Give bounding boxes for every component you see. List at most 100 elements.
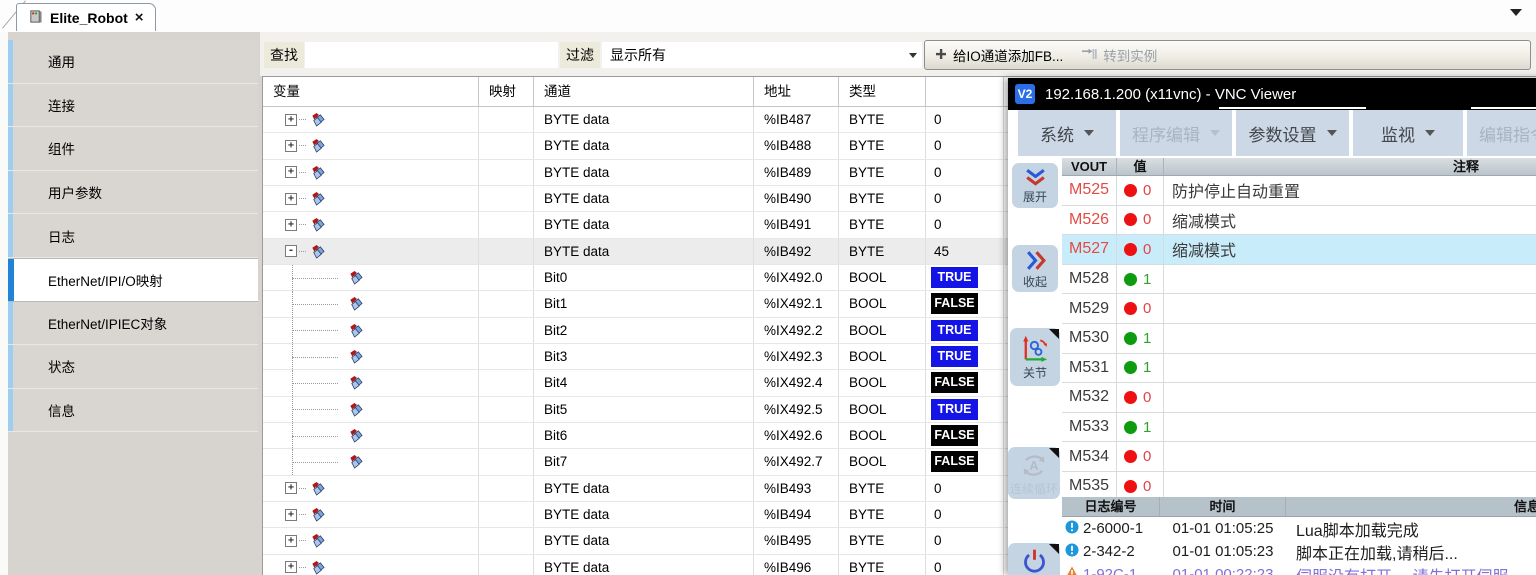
vout-row-M533[interactable]: M5331 (1062, 413, 1536, 443)
vout-row-M527[interactable]: M5270缩减模式 (1062, 235, 1536, 265)
svg-text:A: A (1029, 459, 1038, 473)
tree-expand-toggle[interactable]: + (285, 219, 297, 231)
sidebar-item-ethernetip-iec-objects[interactable]: EtherNet/IPIEC对象 (8, 302, 258, 346)
filter-select[interactable]: 显示所有 (602, 42, 922, 68)
io-cell-address: %IX492.2 (754, 318, 839, 343)
io-cell-address: %IX492.3 (754, 344, 839, 369)
io-cell-type: BYTE (839, 133, 926, 158)
vout-comment-cell: 缩减模式 (1164, 235, 1536, 264)
tree-expand-toggle[interactable]: + (285, 509, 297, 521)
io-cell-channel: BYTE data (534, 239, 754, 264)
io-cell-mapping (479, 318, 534, 343)
tree-expand-toggle[interactable]: + (285, 482, 297, 494)
sidebar-item-components[interactable]: 组件 (8, 127, 258, 171)
vnc-menu-参数设置[interactable]: 参数设置 (1236, 110, 1349, 156)
sidebar-item-status[interactable]: 状态 (8, 345, 258, 389)
vnc-title-bar[interactable]: V2 192.168.1.200 (x11vnc) - VNC Viewer (1008, 78, 1536, 110)
tree-expand-toggle[interactable]: + (285, 166, 297, 178)
vnc-side-button-collapse[interactable]: 收起 (1012, 245, 1058, 292)
vout-row-M525[interactable]: M5250防护停止自动重置 (1062, 176, 1536, 206)
io-cell-current-value: 0 (926, 107, 1004, 132)
vout-row-M535[interactable]: M5350 (1062, 472, 1536, 497)
log-row[interactable]: 2-342-201-01 01:05:23脚本正在加载,请稍后... (1062, 540, 1536, 563)
io-cell-current-value: 45 (926, 239, 1004, 264)
vout-value-cell: 0 (1117, 294, 1164, 323)
vout-id-cell: M534 (1062, 442, 1117, 471)
vout-id: M525 (1062, 181, 1109, 199)
col-header-value[interactable] (926, 77, 1004, 106)
power-icon (1021, 548, 1048, 575)
vout-row-M526[interactable]: M5260缩减模式 (1062, 206, 1536, 236)
input-channel-icon (348, 323, 363, 338)
col-header-mapping[interactable]: 映射 (479, 77, 534, 106)
vnc-menu-监视[interactable]: 监视 (1353, 110, 1463, 156)
io-cell-current-value: TRUE (926, 318, 1004, 343)
vnc-side-button-expand[interactable]: 展开 (1012, 163, 1058, 208)
io-cell-channel: BYTE data (534, 160, 754, 185)
byte-value: 0 (926, 507, 942, 522)
col-header-variable[interactable]: 变量 (263, 77, 479, 106)
col-header-address[interactable]: 地址 (754, 77, 839, 106)
tree-expand-toggle[interactable]: + (285, 140, 297, 152)
log-row[interactable]: 2-6000-101-01 01:05:25Lua脚本加载完成 (1062, 517, 1536, 540)
vout-value: 1 (1143, 330, 1151, 347)
sidebar-item-ethernetip-io-mapping[interactable]: EtherNet/IPI/O映射 (8, 258, 258, 302)
input-channel-icon (310, 217, 325, 232)
tree-expand-toggle[interactable]: + (285, 114, 297, 126)
sidebar-item-connection[interactable]: 连接 (8, 84, 258, 128)
bool-value-badge: FALSE (931, 451, 978, 472)
tab-overflow-chevron-down-icon[interactable] (1510, 9, 1522, 16)
tab-close-icon[interactable]: × (135, 9, 144, 26)
input-channel-icon (348, 296, 363, 311)
sidebar-item-label: EtherNet/IPIEC对象 (48, 313, 167, 333)
col-header-channel[interactable]: 通道 (534, 77, 754, 106)
sidebar-item-log[interactable]: 日志 (8, 214, 258, 258)
log-row[interactable]: 1-92C-101-01 00:22:23伺服没有打开， 请先打开伺服 (1062, 563, 1536, 575)
vout-row-M531[interactable]: M5311 (1062, 354, 1536, 384)
vnc-side-button-label: 收起 (1023, 276, 1047, 289)
find-input[interactable] (305, 42, 558, 68)
io-cell-current-value: 0 (926, 160, 1004, 185)
col-header-type[interactable]: 类型 (839, 77, 926, 106)
vout-row-M534[interactable]: M534 0 (1062, 442, 1536, 472)
vout-row-M532[interactable]: M5320 (1062, 383, 1536, 413)
io-cell-address: %IB494 (754, 502, 839, 527)
sidebar-item-information[interactable]: 信息 (8, 389, 258, 433)
io-cell-current-value: TRUE (926, 265, 1004, 290)
vnc-side-button-auto-loop[interactable]: A连续循环 (1008, 447, 1060, 499)
vnc-menu-系统[interactable]: 系统 (1018, 110, 1116, 156)
io-cell-channel: BYTE data (534, 186, 754, 211)
vout-row-M530[interactable]: M5301 (1062, 324, 1536, 354)
bool-value-badge: FALSE (931, 372, 978, 393)
vout-value: 0 (1143, 448, 1151, 465)
tree-collapse-toggle[interactable]: - (285, 245, 297, 257)
vout-row-M529[interactable]: M5290 (1062, 294, 1536, 324)
vnc-remote-content: 展开收起关节A连续循环 VOUT 值 注释 M5250防护停止自动重置M5260… (1008, 156, 1536, 575)
vout-row-M528[interactable]: M5281 (1062, 265, 1536, 295)
vnc-side-button-joint[interactable]: 关节 (1010, 328, 1060, 386)
byte-value: 0 (926, 560, 942, 575)
add-fb-to-io-channel-button[interactable]: 给IO通道添加FB... (935, 45, 1063, 65)
tree-expand-toggle[interactable]: + (285, 561, 297, 573)
vnc-side-button-power[interactable] (1008, 543, 1060, 575)
tree-branch-line (292, 397, 346, 422)
goto-instance-button[interactable]: 转到实例 (1081, 45, 1157, 65)
vout-value: 0 (1143, 300, 1151, 317)
io-cell-variable-tree: + (263, 555, 479, 575)
byte-value: 0 (926, 217, 942, 232)
io-cell-current-value: 0 (926, 528, 1004, 553)
tree-expand-toggle[interactable]: + (285, 535, 297, 547)
vnc-menu-程序编辑[interactable]: 程序编辑 (1120, 110, 1232, 156)
vout-id: M534 (1062, 448, 1109, 466)
status-dot-icon (1124, 361, 1137, 374)
vnc-menu-编辑指令[interactable]: 编辑指令 (1467, 110, 1536, 156)
sidebar-item-user-params[interactable]: 用户参数 (8, 171, 258, 215)
io-cell-type: BYTE (839, 212, 926, 237)
tab-elite-robot[interactable]: Elite_Robot × (16, 3, 156, 31)
tree-expand-toggle[interactable]: + (285, 193, 297, 205)
input-channel-icon (348, 428, 363, 443)
sidebar-item-general[interactable]: 通用 (8, 40, 258, 84)
input-channel-icon (348, 349, 363, 364)
sidebar-item-label: 通用 (48, 51, 75, 71)
corner-triangle-icon (1049, 544, 1059, 554)
